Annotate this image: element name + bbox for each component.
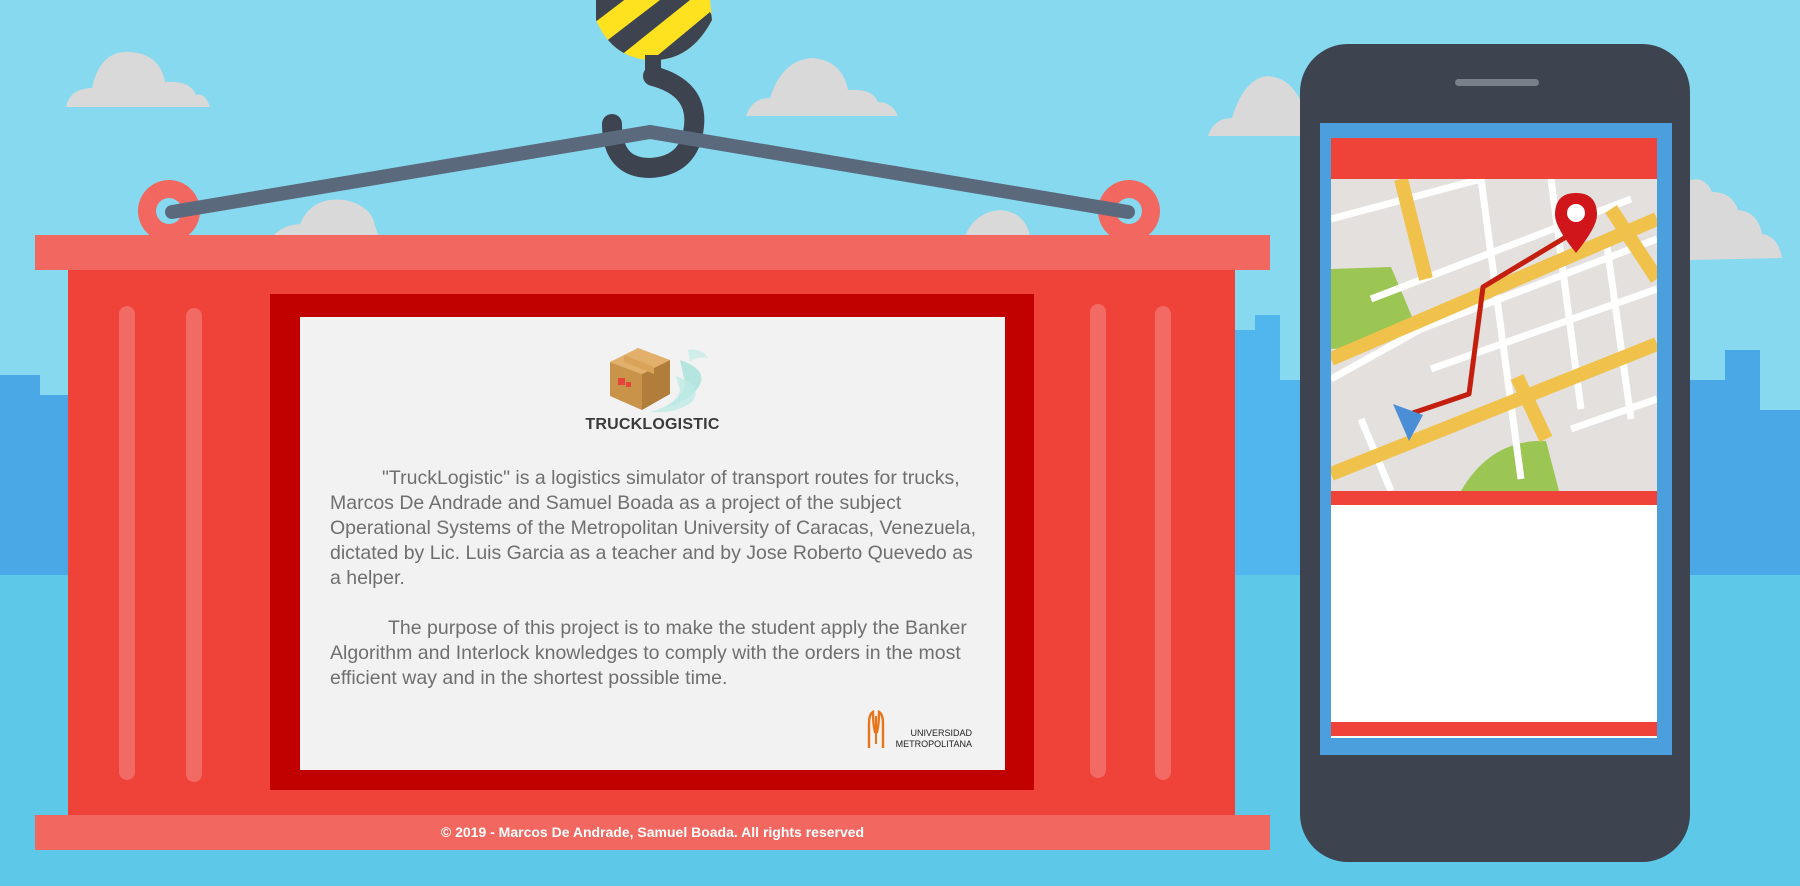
phone-screen-footer-bar: [1331, 722, 1657, 736]
phone-screen-divider-bar: [1331, 491, 1657, 505]
container-rib: [186, 308, 202, 782]
phone-screen-header-bar: [1331, 138, 1657, 179]
university-emblem-icon: [867, 710, 885, 748]
container-rib: [1155, 306, 1171, 780]
copyright-footer: © 2019 - Marcos De Andrade, Samuel Boada…: [440, 824, 865, 840]
brand-name: TRUCKLOGISTIC: [585, 416, 720, 433]
container-top-beam: [35, 235, 1270, 270]
university-logo: UNIVERSIDAD METROPOLITANA: [862, 710, 972, 752]
university-name-line-2: METROPOLITANA: [895, 739, 972, 749]
description-paragraph-2: The purpose of this project is to make t…: [330, 617, 967, 689]
map-icon: [1331, 179, 1657, 491]
university-name-line-1: UNIVERSIDAD: [910, 728, 972, 738]
university-name: UNIVERSIDAD METROPOLITANA: [886, 728, 972, 750]
phone-speaker: [1455, 79, 1539, 86]
trucklogistic-logo: TRUCKLOGISTIC: [580, 330, 725, 440]
flying-box-icon: [610, 348, 708, 413]
project-description: "TruckLogistic" is a logistics simulator…: [330, 466, 980, 691]
landing-scene: TRUCKLOGISTIC "TruckLogistic" is a logis…: [0, 0, 1800, 886]
container-rib: [1090, 304, 1106, 778]
container-rib: [119, 306, 135, 780]
description-paragraph-1: "TruckLogistic" is a logistics simulator…: [330, 467, 976, 589]
crane-hook-illustration: [165, 0, 1135, 219]
